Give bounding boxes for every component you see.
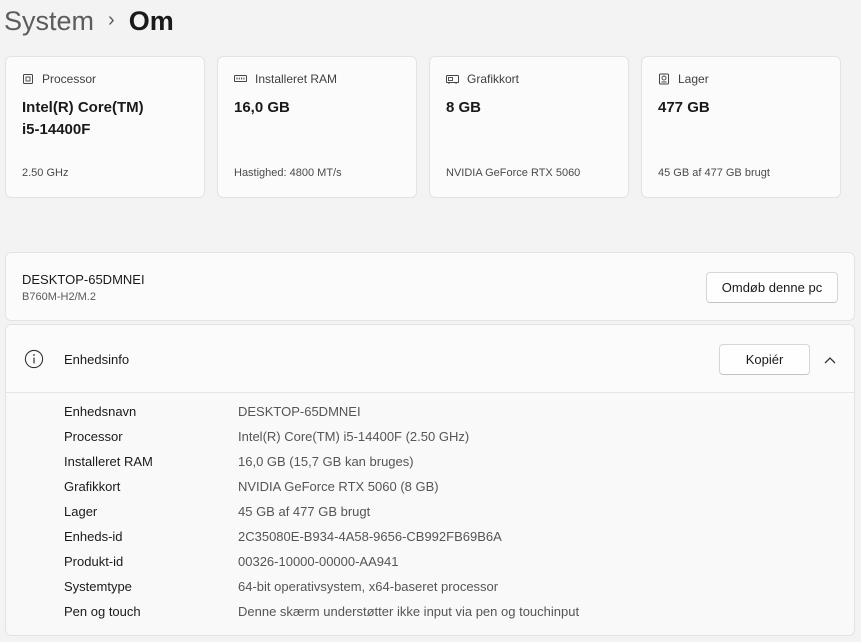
device-info-value: Denne skærm understøtter ikke input via … xyxy=(238,604,580,619)
device-info-label: Systemtype xyxy=(64,579,132,594)
spec-card-value: Intel(R) Core(TM) i5-14400F xyxy=(22,99,144,138)
device-info-label: Lager xyxy=(64,504,98,519)
chevron-up-icon[interactable] xyxy=(818,349,842,371)
breadcrumb-parent-system[interactable]: System xyxy=(4,6,94,37)
rename-pc-button[interactable]: Omdøb denne pc xyxy=(706,272,838,303)
device-info-value: 00326-10000-00000-AA941 xyxy=(238,554,399,569)
device-info-value: Intel(R) Core(TM) i5-14400F (2.50 GHz) xyxy=(238,429,470,444)
device-info-label: Installeret RAM xyxy=(64,454,153,469)
device-info-row: Enhedsnavn DESKTOP-65DMNEI xyxy=(64,400,824,425)
device-info-value: 16,0 GB (15,7 GB kan bruges) xyxy=(238,454,414,469)
spec-card-storage: Lager 477 GB 45 GB af 477 GB brugt xyxy=(641,56,841,198)
spec-card-value: 477 GB xyxy=(658,99,710,116)
device-info-row: Pen og touch Denne skærm understøtter ik… xyxy=(64,600,824,625)
pc-name-card: DESKTOP-65DMNEI B760M-H2/M.2 Omdøb denne… xyxy=(5,252,855,321)
device-info-title: Enhedsinfo xyxy=(64,352,130,367)
copy-button[interactable]: Kopiér xyxy=(719,344,810,375)
pc-model: B760M-H2/M.2 xyxy=(22,291,96,303)
device-info-label: Produkt-id xyxy=(64,554,124,569)
device-info-value: DESKTOP-65DMNEI xyxy=(238,404,361,419)
spec-card-sub: NVIDIA GeForce RTX 5060 xyxy=(446,167,581,179)
device-info-row: Processor Intel(R) Core(TM) i5-14400F (2… xyxy=(64,425,824,450)
ram-icon xyxy=(234,73,247,85)
device-info-value: 2C35080E-B934-4A58-9656-CB992FB69B6A xyxy=(238,529,502,544)
storage-icon xyxy=(658,73,670,85)
device-info-row: Produkt-id 00326-10000-00000-AA941 xyxy=(64,550,824,575)
spec-card-label: Installeret RAM xyxy=(255,72,338,86)
device-info-label: Pen og touch xyxy=(64,604,141,619)
spec-card-label: Lager xyxy=(678,72,709,86)
spec-card-graphics: Grafikkort 8 GB NVIDIA GeForce RTX 5060 xyxy=(429,56,629,198)
device-info-value: 64-bit operativsystem, x64-baseret proce… xyxy=(238,579,499,594)
device-info-header[interactable]: Enhedsinfo Kopiér xyxy=(6,325,854,393)
spec-card-sub: 45 GB af 477 GB brugt xyxy=(658,167,770,179)
device-info-label: Processor xyxy=(64,429,123,444)
device-info-label: Enheds-id xyxy=(64,529,123,544)
info-icon xyxy=(24,349,44,374)
device-info-value: NVIDIA GeForce RTX 5060 (8 GB) xyxy=(238,479,439,494)
device-info-row: Installeret RAM 16,0 GB (15,7 GB kan bru… xyxy=(64,450,824,475)
spec-card-value: 8 GB xyxy=(446,99,482,116)
device-info-row: Grafikkort NVIDIA GeForce RTX 5060 (8 GB… xyxy=(64,475,824,500)
processor-icon xyxy=(22,73,34,85)
breadcrumb: System › Om xyxy=(4,2,174,40)
spec-card-sub: Hastighed: 4800 MT/s xyxy=(234,167,342,179)
spec-card-label: Processor xyxy=(42,72,97,86)
spec-card-processor: Processor Intel(R) Core(TM) i5-14400F 2.… xyxy=(5,56,205,198)
spec-card-value: 16,0 GB xyxy=(234,99,290,116)
device-info-row: Systemtype 64-bit operativsystem, x64-ba… xyxy=(64,575,824,600)
page-title: Om xyxy=(128,5,174,36)
device-info-row: Lager 45 GB af 477 GB brugt xyxy=(64,500,824,525)
spec-card-ram: Installeret RAM 16,0 GB Hastighed: 4800 … xyxy=(217,56,417,198)
device-info-label: Grafikkort xyxy=(64,479,121,494)
device-info-card: Enhedsinfo Kopiér Enhedsnavn DESKTOP-65D… xyxy=(5,324,855,636)
device-info-row: Enheds-id 2C35080E-B934-4A58-9656-CB992F… xyxy=(64,525,824,550)
device-info-value: 45 GB af 477 GB brugt xyxy=(238,504,371,519)
pc-name: DESKTOP-65DMNEI xyxy=(22,272,145,287)
spec-card-label: Grafikkort xyxy=(467,72,520,86)
spec-card-sub: 2.50 GHz xyxy=(22,167,69,179)
device-info-label: Enhedsnavn xyxy=(64,404,137,419)
breadcrumb-separator: › xyxy=(108,8,115,31)
graphics-card-icon xyxy=(446,73,459,85)
